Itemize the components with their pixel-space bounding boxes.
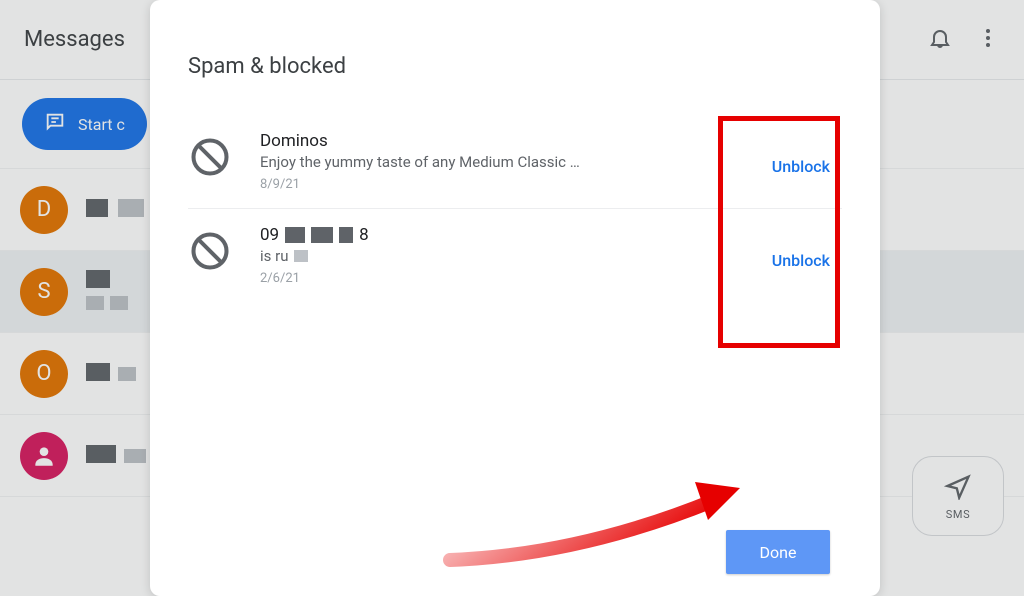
unblock-button[interactable]: Unblock — [760, 243, 842, 278]
blocked-date: 8/9/21 — [260, 177, 732, 192]
spam-blocked-dialog: Spam & blocked Dominos Enjoy the yummy t… — [150, 0, 880, 596]
done-button[interactable]: Done — [726, 530, 830, 574]
blocked-sender-name: 09 8 — [260, 225, 732, 245]
unblock-button[interactable]: Unblock — [760, 149, 842, 184]
blocked-icon — [188, 135, 232, 179]
blocked-sender-name: Dominos — [260, 131, 732, 151]
blocked-preview: Enjoy the yummy taste of any Medium Clas… — [260, 153, 732, 171]
blocked-icon — [188, 229, 232, 273]
blocked-item: Dominos Enjoy the yummy taste of any Med… — [188, 115, 842, 208]
blocked-preview: is ru — [260, 247, 732, 265]
blocked-date: 2/6/21 — [260, 271, 732, 286]
dialog-title: Spam & blocked — [188, 54, 842, 79]
blocked-item: 09 8 is ru 2/6/21 Unblock — [188, 208, 842, 302]
